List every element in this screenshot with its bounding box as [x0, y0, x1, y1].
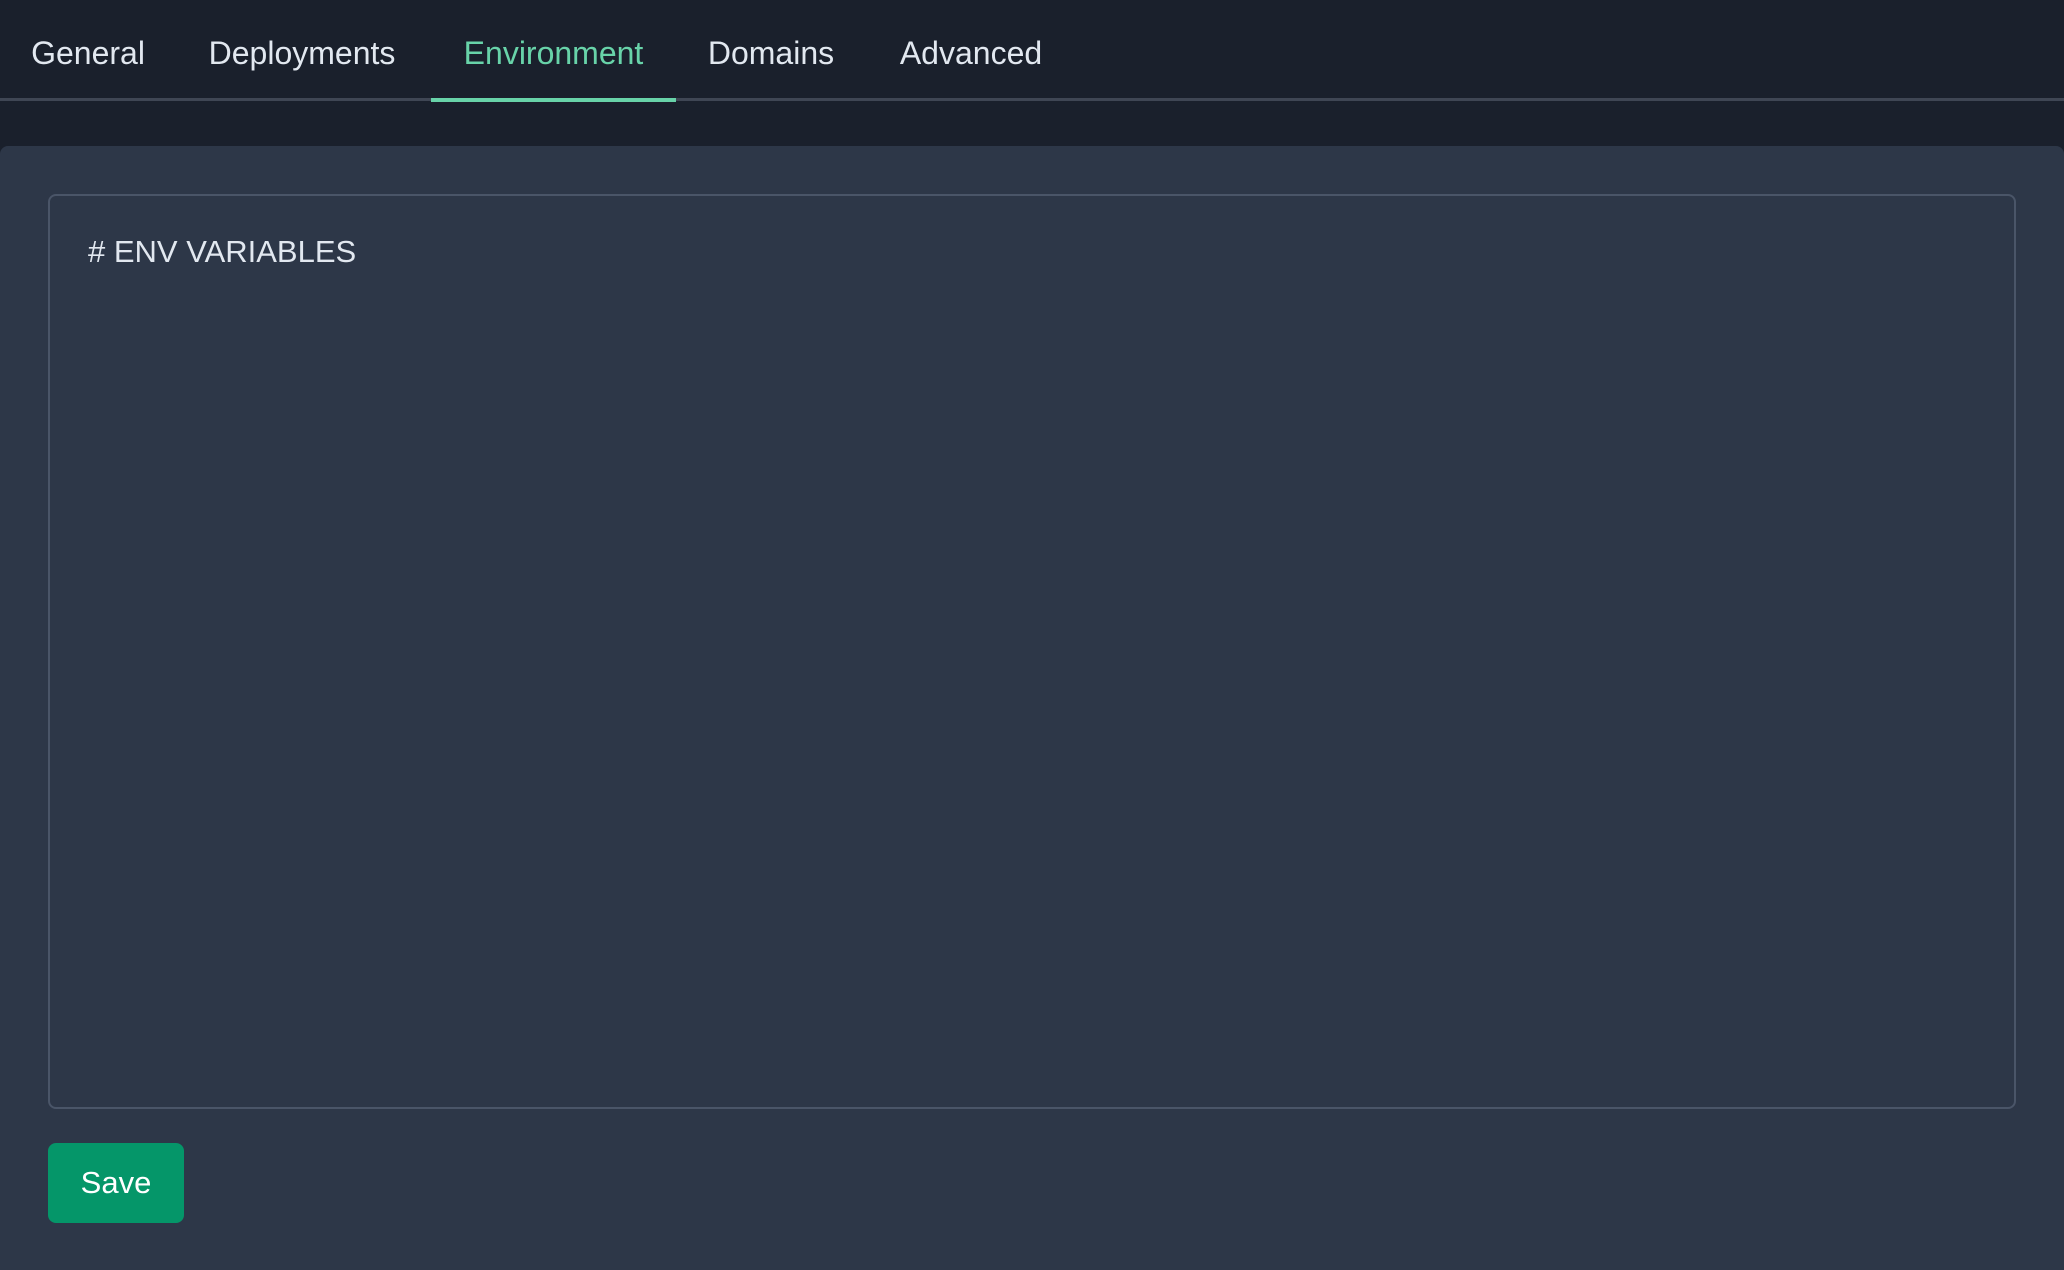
tab-environment[interactable]: Environment	[431, 0, 676, 102]
environment-panel: # ENV VARIABLES Save	[0, 146, 2064, 1270]
save-button[interactable]: Save	[48, 1143, 184, 1223]
tab-bar: General Deployments Environment Domains …	[0, 0, 2064, 102]
tab-deployments[interactable]: Deployments	[176, 0, 428, 101]
env-variables-editor[interactable]: # ENV VARIABLES	[48, 194, 2016, 1109]
env-variables-text[interactable]: # ENV VARIABLES	[88, 234, 356, 270]
tab-domains[interactable]: Domains	[676, 0, 866, 101]
tab-general[interactable]: General	[0, 0, 176, 101]
tab-advanced[interactable]: Advanced	[866, 0, 1076, 101]
